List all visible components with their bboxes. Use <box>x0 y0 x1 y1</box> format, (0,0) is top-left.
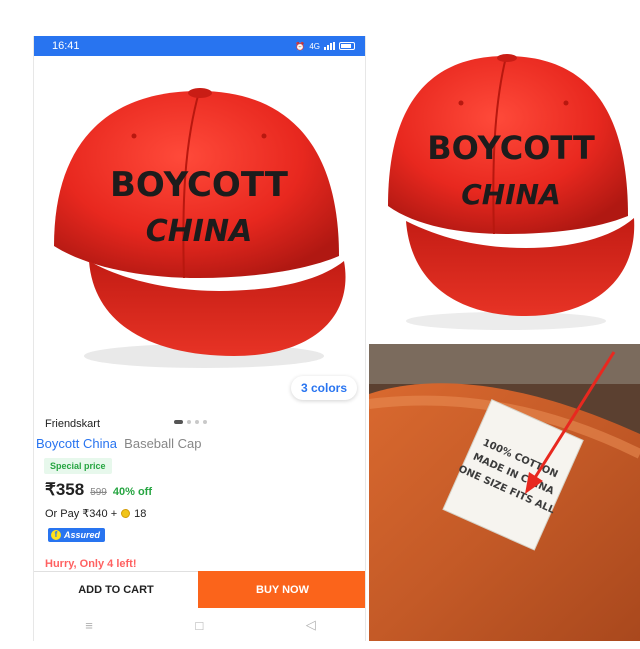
home-icon[interactable]: □ <box>195 618 203 633</box>
status-icons: ⏰ 4G <box>295 42 355 51</box>
or-pay-row: Or Pay ₹340 + 18 <box>45 507 147 521</box>
product-image[interactable]: BOYCOTT CHINA 3 colors <box>34 56 365 424</box>
cap-label-photo: 100% COTTON MADE IN CHINA ONE SIZE FITS … <box>369 344 640 641</box>
network-label: 4G <box>309 41 320 51</box>
title-rest: Baseball Cap <box>124 436 202 451</box>
mrp: 599 <box>90 487 107 498</box>
red-cap-image-2: BOYCOTT CHINA <box>388 54 635 330</box>
menu-icon[interactable]: ≡ <box>85 618 93 633</box>
inside-cap-image: 100% COTTON MADE IN CHINA ONE SIZE FITS … <box>369 344 640 641</box>
phone-screenshot: 16:41 ⏰ 4G BOYCOTT CHINA 3 colors Friend… <box>33 36 366 641</box>
cap2-text-china: CHINA <box>461 178 561 211</box>
status-bar: 16:41 ⏰ 4G <box>34 36 365 56</box>
price-row: ₹358 599 40% off <box>45 480 152 500</box>
stock-warning: Hurry, Only 4 left! <box>45 558 137 570</box>
discount: 40% off <box>112 486 152 498</box>
back-icon[interactable]: ◁ <box>306 617 316 633</box>
assured-badge: f Assured <box>48 528 106 542</box>
or-pay-text: Or Pay ₹340 + <box>45 508 118 520</box>
status-time: 16:41 <box>52 40 80 52</box>
price: ₹358 <box>45 480 85 499</box>
buy-now-button[interactable]: BUY NOW <box>198 571 365 608</box>
action-bar: ADD TO CART BUY NOW <box>34 571 365 608</box>
title-highlight: Boycott China <box>36 436 117 451</box>
android-nav-bar: ≡ □ ◁ <box>34 610 365 640</box>
special-price-badge: Special price <box>44 458 112 474</box>
cap-text-boycott: BOYCOTT <box>110 165 289 205</box>
signal-icon <box>324 42 335 50</box>
battery-icon <box>339 42 355 50</box>
brand-name: Friendskart <box>45 418 101 430</box>
supercoin-icon <box>121 509 131 518</box>
cap-text-china: CHINA <box>146 214 253 249</box>
assured-icon: f <box>51 530 61 540</box>
alarm-icon: ⏰ <box>295 41 306 51</box>
coins-count: 18 <box>134 507 147 520</box>
cap2-text-boycott: BOYCOTT <box>427 129 595 167</box>
product-title: Boycott China Baseball Cap <box>36 436 202 451</box>
add-to-cart-button[interactable]: ADD TO CART <box>34 571 198 608</box>
cap-photo-front: BOYCOTT CHINA <box>376 36 640 338</box>
colors-chip[interactable]: 3 colors <box>290 376 357 400</box>
red-cap-image: BOYCOTT CHINA <box>54 88 346 368</box>
carousel-dots[interactable] <box>174 420 207 424</box>
